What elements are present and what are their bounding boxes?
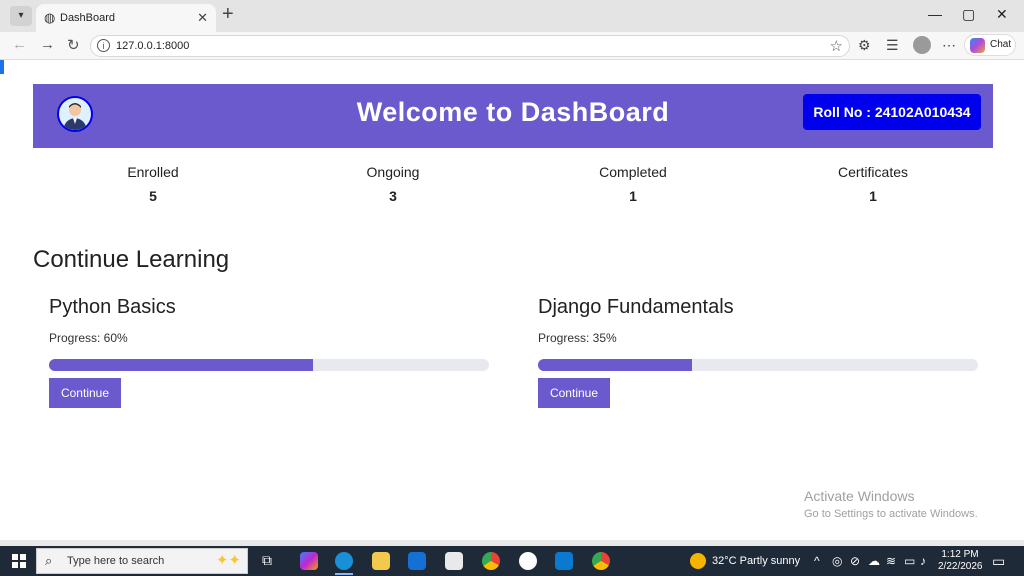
browser-tab-bar: ▾ ◍ DashBoard ✕ + — ▢ ✕ — [0, 0, 1024, 32]
taskbar-search-input[interactable]: ⌕ Type here to search ✦✦ — [36, 548, 248, 574]
stat-certificates: Certificates 1 — [753, 164, 993, 214]
continue-learning-heading: Continue Learning — [33, 246, 230, 273]
profile-avatar[interactable] — [913, 36, 931, 54]
volume-icon[interactable]: ♪ — [920, 554, 926, 568]
course-progress-label: Progress: 35% — [538, 331, 617, 345]
course-progress-label: Progress: 60% — [49, 331, 128, 345]
store-app-icon[interactable] — [445, 552, 463, 570]
outlook-app-icon[interactable] — [408, 552, 426, 570]
weather-icon[interactable] — [690, 553, 706, 569]
stat-completed: Completed 1 — [513, 164, 753, 214]
edge-app-icon[interactable] — [335, 552, 353, 570]
system-clock[interactable]: 1:12 PM 2/22/2026 — [938, 549, 983, 573]
weather-text[interactable]: 32°C Partly sunny — [712, 555, 800, 567]
minimize-icon[interactable]: — — [928, 6, 942, 22]
file-explorer-icon[interactable] — [372, 552, 390, 570]
course-name: Python Basics — [49, 296, 176, 318]
favorite-star-icon[interactable]: ☆ — [830, 37, 843, 55]
back-icon[interactable]: ← — [12, 36, 27, 53]
copilot-chat-button[interactable]: Chat — [964, 34, 1016, 56]
notifications-icon[interactable]: ▭ — [992, 553, 1005, 570]
address-toolbar: ← → ↻ i 127.0.0.1:8000 ☆ ⚙ ☰ ⋯ Chat — [0, 32, 1024, 60]
clock-time: 1:12 PM — [941, 549, 979, 560]
chrome-profile-app-icon[interactable] — [592, 552, 610, 570]
course-card-django: Django Fundamentals Progress: 35% Contin… — [538, 296, 978, 408]
stat-value: 1 — [629, 188, 637, 204]
more-options-icon[interactable]: ⋯ — [942, 37, 956, 54]
copilot-app-icon[interactable] — [300, 552, 318, 570]
windows-taskbar: ⌕ Type here to search ✦✦ ⧉ 32°C Partly s… — [0, 546, 1024, 576]
url-text: 127.0.0.1:8000 — [116, 40, 190, 52]
stats-row: Enrolled 5 Ongoing 3 Completed 1 Certifi… — [33, 164, 993, 214]
page-viewport: Welcome to DashBoard Roll No : 24102A010… — [8, 60, 1018, 540]
progress-bar — [49, 359, 489, 371]
active-app-indicator — [335, 573, 353, 575]
extensions-icon[interactable]: ⚙ — [858, 37, 871, 54]
windows-start-icon[interactable] — [12, 554, 26, 568]
continue-button[interactable]: Continue — [538, 378, 610, 408]
continue-button[interactable]: Continue — [49, 378, 121, 408]
favorites-icon[interactable]: ☰ — [886, 37, 899, 54]
chrome-app-icon[interactable] — [482, 552, 500, 570]
address-input[interactable]: i 127.0.0.1:8000 ☆ — [90, 35, 850, 57]
search-icon: ⌕ — [45, 553, 53, 568]
new-tab-icon[interactable]: + — [222, 3, 234, 26]
stat-enrolled: Enrolled 5 — [33, 164, 273, 214]
globe-icon: ◍ — [44, 10, 56, 25]
copilot-icon — [970, 38, 985, 53]
meet-now-icon[interactable]: ◎ — [832, 554, 842, 568]
dashboard-header: Welcome to DashBoard Roll No : 24102A010… — [33, 84, 993, 148]
stat-value: 3 — [389, 188, 397, 204]
onedrive-icon[interactable]: ☁ — [868, 554, 880, 568]
progress-fill — [538, 359, 692, 371]
roll-number-badge: Roll No : 24102A010434 — [803, 94, 981, 130]
progress-fill — [49, 359, 313, 371]
refresh-icon[interactable]: ↻ — [67, 36, 80, 54]
clock-date: 2/22/2026 — [938, 561, 983, 572]
sidebar-indicator — [0, 60, 4, 74]
watermark-subtitle: Go to Settings to activate Windows. — [804, 508, 978, 520]
browser-tab[interactable]: ◍ DashBoard ✕ — [36, 4, 216, 32]
forward-icon[interactable]: → — [40, 36, 55, 53]
chat-label: Chat — [990, 39, 1012, 50]
stat-value: 1 — [869, 188, 877, 204]
tab-title: DashBoard — [60, 12, 116, 24]
activate-windows-watermark: Activate Windows Go to Settings to activ… — [804, 488, 978, 520]
maximize-icon[interactable]: ▢ — [962, 6, 975, 23]
stat-label: Ongoing — [366, 164, 420, 180]
stat-label: Certificates — [837, 164, 909, 180]
site-info-icon[interactable]: i — [97, 39, 110, 52]
stat-label: Enrolled — [127, 164, 179, 180]
sparkle-icon: ✦✦ — [215, 552, 241, 569]
course-card-python: Python Basics Progress: 60% Continue — [49, 296, 489, 408]
watermark-title: Activate Windows — [804, 488, 915, 504]
stat-label: Completed — [599, 164, 667, 180]
tab-actions-menu-icon[interactable]: ▾ — [10, 6, 32, 26]
camera-off-icon[interactable]: ⊘ — [850, 554, 860, 568]
tab-close-icon[interactable]: ✕ — [197, 10, 208, 26]
vscode-app-icon[interactable] — [555, 552, 573, 570]
show-hidden-icons-icon[interactable]: ^ — [814, 554, 820, 568]
wifi-icon[interactable]: ≋ — [886, 554, 896, 568]
chatgpt-app-icon[interactable] — [519, 552, 537, 570]
battery-icon[interactable]: ▭ — [904, 554, 915, 568]
task-view-icon[interactable]: ⧉ — [262, 552, 272, 569]
progress-bar — [538, 359, 978, 371]
stat-ongoing: Ongoing 3 — [273, 164, 513, 214]
course-name: Django Fundamentals — [538, 296, 734, 318]
close-window-icon[interactable]: ✕ — [996, 6, 1008, 23]
search-placeholder: Type here to search — [67, 555, 165, 567]
stat-value: 5 — [149, 188, 157, 204]
